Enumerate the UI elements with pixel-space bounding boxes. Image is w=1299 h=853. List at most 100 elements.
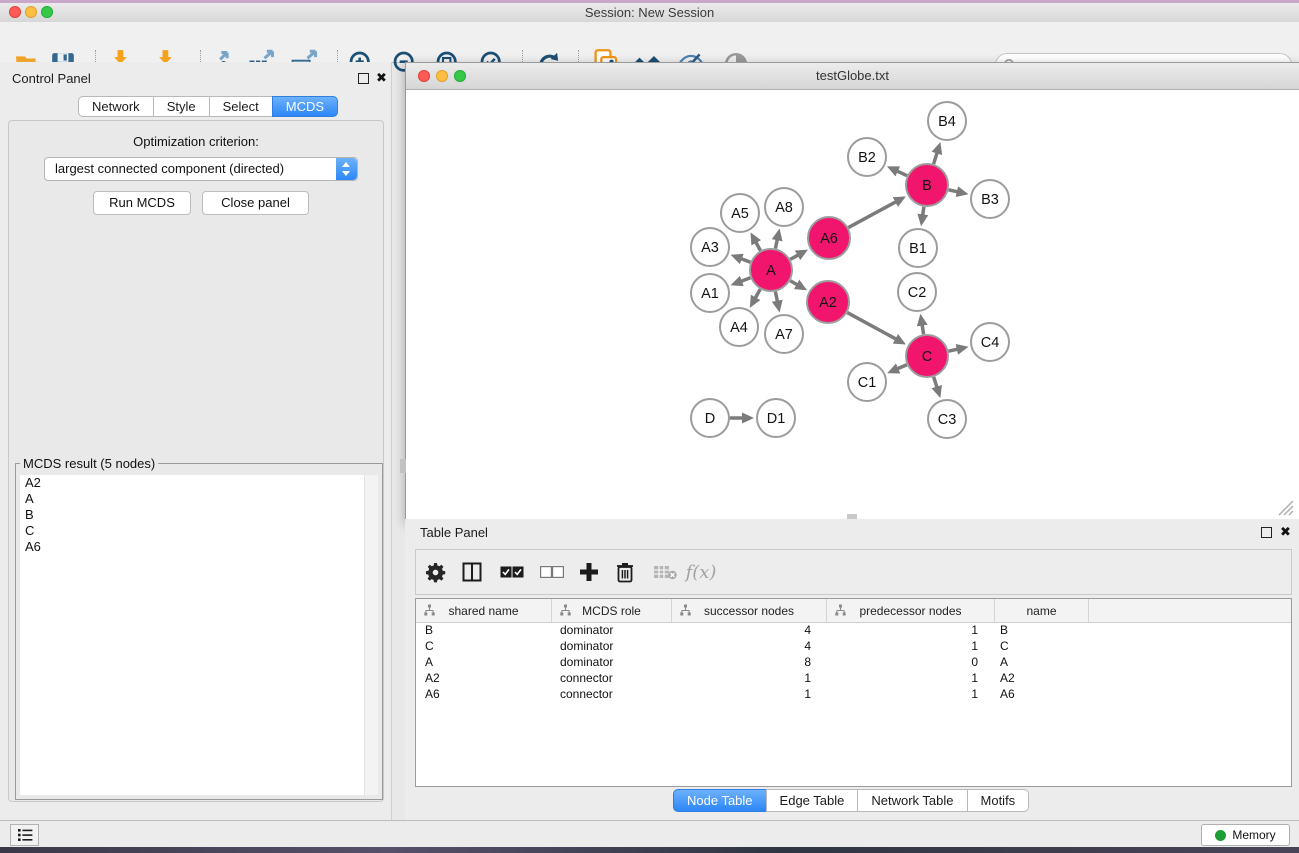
status-bar: Memory [0, 820, 1299, 848]
table-cell: C [991, 638, 1084, 654]
float-panel-icon[interactable] [358, 73, 369, 84]
mcds-result-item[interactable]: A [20, 491, 378, 507]
table-cell: A2 [991, 670, 1084, 686]
graph-edge-C-C4[interactable] [948, 349, 958, 351]
graph-edge-B-B2[interactable] [896, 171, 907, 176]
graph-edge-C-C1[interactable] [896, 365, 906, 370]
mcds-result-list[interactable]: A2ABCA6 [20, 475, 378, 795]
table-settings-button[interactable] [418, 550, 452, 594]
column-type-icon [423, 604, 436, 617]
mcds-result-item[interactable]: B [20, 507, 378, 523]
column-header-shared-name[interactable]: shared name [416, 599, 552, 622]
graph-edge-A-A7[interactable] [775, 292, 777, 303]
table-cell: dominator [551, 638, 670, 654]
graph-node-label: B [922, 178, 932, 194]
table-row[interactable]: Adominator80A [416, 654, 1291, 670]
checked-boxes-icon [500, 566, 524, 578]
table-row[interactable]: Cdominator41C [416, 638, 1291, 654]
delete-column-button[interactable] [608, 550, 642, 594]
graph-node-label: C [922, 349, 932, 365]
tab-motifs[interactable]: Motifs [967, 789, 1030, 812]
table-cell: 1 [670, 670, 824, 686]
column-header-successor-nodes[interactable]: successor nodes [672, 599, 827, 622]
column-header-name[interactable]: name [995, 599, 1089, 622]
column-type-icon [679, 604, 692, 617]
graph-node-label: A [766, 263, 776, 279]
graph-edge-B-B1[interactable] [923, 207, 924, 217]
resize-grip-icon[interactable] [1279, 501, 1293, 515]
tab-select[interactable]: Select [209, 96, 273, 117]
column-header-MCDS-role[interactable]: MCDS role [552, 599, 672, 622]
show-column-button[interactable] [455, 550, 489, 594]
table-header-row: shared nameMCDS rolesuccessor nodesprede… [416, 599, 1291, 623]
delete-table-button[interactable] [648, 550, 682, 594]
network-graph: B4B2BB3A8A5A6A3B1AA1C2A2A4A7C4CC1C3DD1 [406, 90, 1297, 519]
mcds-result-item[interactable]: C [20, 523, 378, 539]
vertical-scrollbar-thumb[interactable] [400, 459, 406, 473]
window-title: Session: New Session [0, 5, 1299, 20]
mcds-result-item[interactable]: A6 [20, 539, 378, 555]
graph-edge-A-A8[interactable] [775, 238, 777, 248]
table-cell: C [416, 638, 551, 654]
graph-edge-A6-B[interactable] [848, 201, 897, 227]
run-mcds-button[interactable]: Run MCDS [93, 191, 191, 215]
close-table-panel-icon[interactable]: ✖ [1280, 527, 1291, 537]
mcds-result-group: MCDS result (5 nodes) A2ABCA6 [15, 456, 383, 800]
table-cell: 8 [670, 654, 824, 670]
table-row[interactable]: A6connector11A6 [416, 686, 1291, 702]
graph-node-label: A2 [819, 295, 837, 311]
select-all-rows-button[interactable] [495, 550, 529, 594]
tab-network[interactable]: Network [78, 96, 154, 117]
table-toolbar: f(x) [415, 549, 1292, 595]
table-cell: 1 [824, 670, 991, 686]
task-history-button[interactable] [10, 824, 39, 846]
close-panel-icon[interactable]: ✖ [376, 73, 387, 83]
graph-node-label: B4 [938, 114, 956, 130]
scrollbar-track[interactable] [364, 475, 378, 795]
column-header-predecessor-nodes[interactable]: predecessor nodes [827, 599, 995, 622]
table-cell: A6 [991, 686, 1084, 702]
list-icon [17, 828, 33, 842]
graph-edge-A-A4[interactable] [755, 289, 761, 299]
table-row[interactable]: Bdominator41B [416, 622, 1291, 638]
graph-edge-A-A5[interactable] [755, 241, 760, 251]
mcds-result-item[interactable]: A2 [20, 475, 378, 491]
float-table-panel-icon[interactable] [1261, 527, 1272, 538]
table-cell: A [991, 654, 1084, 670]
criterion-dropdown[interactable]: largest connected component (directed) [44, 157, 358, 181]
function-builder-button[interactable]: f(x) [684, 550, 718, 594]
table-cell: B [991, 622, 1084, 638]
tab-edge-table[interactable]: Edge Table [766, 789, 859, 812]
graph-edge-A-A1[interactable] [740, 278, 750, 282]
column-type-icon [559, 604, 572, 617]
graph-edge-C-C3[interactable] [934, 377, 938, 389]
trash-icon [616, 562, 634, 583]
control-panel-title: Control Panel [12, 71, 91, 86]
table-cell: 4 [670, 638, 824, 654]
graph-node-label: C3 [938, 412, 957, 428]
table-cell: 1 [824, 638, 991, 654]
tab-node-table[interactable]: Node Table [673, 789, 767, 812]
graph-node-label: A3 [701, 240, 719, 256]
network-canvas[interactable]: B4B2BB3A8A5A6A3B1AA1C2A2A4A7C4CC1C3DD1 [406, 90, 1297, 519]
desktop-bottom-strip [0, 847, 1299, 853]
application-window: Session: New Session [0, 0, 1299, 853]
tab-network-table[interactable]: Network Table [857, 789, 967, 812]
create-column-button[interactable] [572, 550, 606, 594]
graph-edge-A-A3[interactable] [740, 258, 750, 262]
main-toolbar [0, 22, 1299, 63]
tab-mcds[interactable]: MCDS [272, 96, 338, 117]
deselect-all-rows-button[interactable] [535, 550, 569, 594]
table-panel-tabs: Node TableEdge TableNetwork TableMotifs [673, 789, 1029, 811]
graph-edge-C-C2[interactable] [922, 324, 924, 335]
table-cell: connector [551, 670, 670, 686]
graph-edge-B-B3[interactable] [948, 190, 958, 192]
graph-edge-A2-C[interactable] [847, 313, 897, 340]
graph-edge-B-B4[interactable] [934, 152, 938, 164]
close-panel-button[interactable]: Close panel [202, 191, 309, 215]
table-row[interactable]: A2connector11A2 [416, 670, 1291, 686]
memory-button[interactable]: Memory [1201, 824, 1290, 846]
graph-edge-A-A6[interactable] [790, 254, 799, 259]
graph-edge-A-A2[interactable] [790, 281, 798, 286]
tab-style[interactable]: Style [153, 96, 210, 117]
